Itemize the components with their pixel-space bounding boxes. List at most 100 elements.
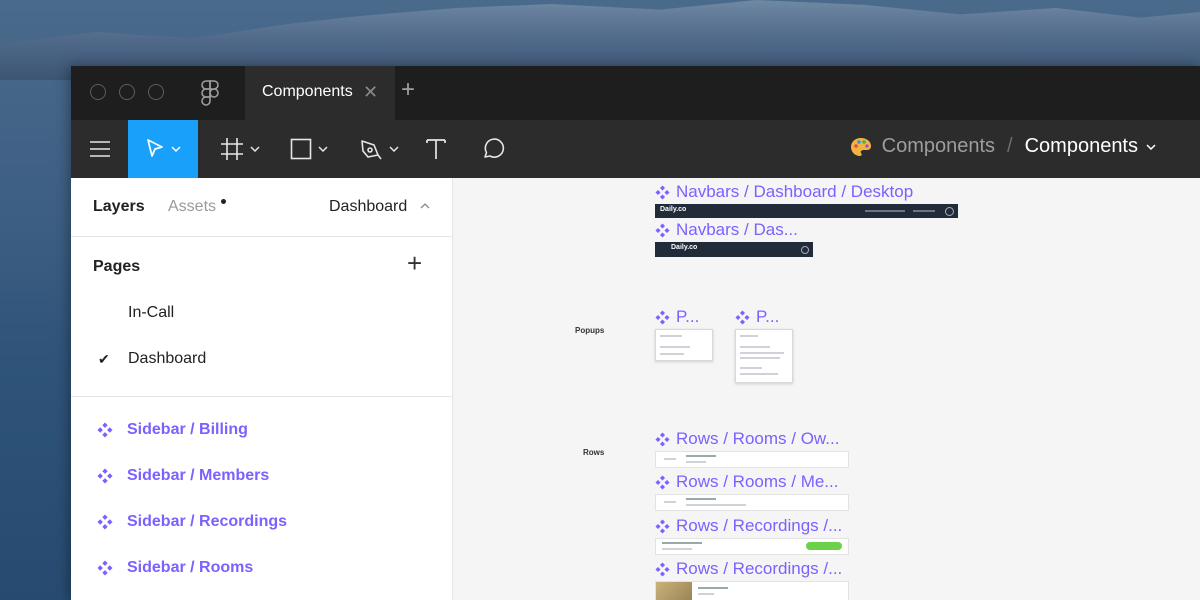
frame-grid-icon — [221, 138, 243, 160]
pages-section: Pages + In-Call ✔ Dashboard — [71, 237, 452, 397]
component-icon — [655, 561, 670, 577]
popup-line — [740, 335, 758, 337]
text-tool-button[interactable] — [421, 120, 451, 178]
page-selector[interactable]: Dashboard — [329, 198, 430, 216]
check-icon: ✔ — [98, 351, 110, 367]
row-line — [664, 501, 676, 503]
text-icon — [426, 139, 446, 159]
close-window-button[interactable] — [90, 84, 106, 100]
frame-title-label: Navbars / Dashboard / Desktop — [676, 182, 914, 201]
component-icon — [655, 518, 670, 534]
tab-layers[interactable]: Layers — [93, 198, 145, 216]
row-thumbnail[interactable] — [655, 451, 849, 468]
layer-item[interactable]: Sidebar / Recordings — [97, 513, 287, 531]
frame-title[interactable]: P... — [655, 307, 699, 327]
row-thumbnail[interactable] — [655, 538, 849, 555]
component-icon — [97, 422, 113, 438]
tab-components[interactable]: Components ✕ — [245, 66, 395, 120]
maximize-window-button[interactable] — [148, 84, 164, 100]
row-line — [664, 458, 676, 460]
breadcrumb-page[interactable]: Components — [1025, 135, 1138, 158]
shape-tool-button[interactable] — [284, 120, 334, 178]
layer-item[interactable]: Sidebar / Rooms — [97, 559, 253, 577]
breadcrumb-file[interactable]: Components — [882, 135, 995, 158]
frame-tool-button[interactable] — [215, 120, 265, 178]
popup-line — [660, 335, 682, 337]
layer-name: Sidebar / Members — [127, 467, 270, 484]
chevron-down-icon — [318, 146, 328, 152]
frame-title-label: Navbars / Das... — [676, 220, 798, 239]
page-item-in-call[interactable]: In-Call — [128, 304, 174, 322]
title-bar: Components ✕ + — [71, 66, 1200, 120]
design-canvas[interactable]: Navbars / Dashboard / Desktop Daily.co N… — [453, 178, 1200, 600]
navbar-logo: Daily.co — [671, 244, 698, 251]
left-panel: Layers Assets Dashboard Pages + In-Call … — [71, 178, 453, 600]
comment-bubble-icon — [484, 138, 505, 158]
navbar-mobile-thumbnail[interactable]: Daily.co — [655, 242, 813, 257]
component-icon — [97, 468, 113, 484]
row-thumbnail[interactable] — [655, 494, 849, 511]
main-menu-button[interactable] — [85, 120, 115, 178]
frame-title-label: Rows / Rooms / Ow... — [676, 429, 840, 448]
row-line — [686, 461, 706, 463]
popup-line — [740, 352, 784, 354]
row-line — [686, 455, 716, 457]
add-page-button[interactable]: + — [407, 250, 422, 276]
row-line — [662, 542, 702, 544]
popup-thumbnail[interactable] — [655, 329, 713, 361]
frame-title-label: Rows / Rooms / Me... — [676, 472, 839, 491]
figma-logo-icon[interactable] — [201, 80, 219, 106]
frame-title[interactable]: Navbars / Dashboard / Desktop — [655, 182, 913, 202]
navbar-avatar — [945, 207, 954, 216]
minimize-window-button[interactable] — [119, 84, 135, 100]
frame-title[interactable]: Rows / Rooms / Ow... — [655, 429, 839, 449]
chevron-down-icon — [171, 146, 181, 152]
chevron-down-icon[interactable] — [1146, 143, 1156, 150]
frame-title[interactable]: Rows / Recordings /... — [655, 516, 842, 536]
popup-line — [740, 367, 762, 369]
figma-window: Components ✕ + Components / Components L… — [71, 66, 1200, 600]
row-line — [686, 498, 716, 500]
tab-assets[interactable]: Assets — [168, 198, 216, 216]
pen-tool-button[interactable] — [354, 120, 404, 178]
move-tool-button[interactable] — [128, 120, 198, 178]
popup-line — [740, 373, 778, 375]
frame-title[interactable]: Rows / Recordings /... — [655, 559, 842, 579]
frame-title-label: P... — [676, 307, 700, 326]
frame-title-label: Rows / Recordings /... — [676, 516, 843, 535]
tab-close-icon[interactable]: ✕ — [363, 82, 378, 103]
popup-thumbnail[interactable] — [735, 329, 793, 383]
frame-title-label: Rows / Recordings /... — [676, 559, 843, 578]
breadcrumb-separator: / — [1007, 135, 1013, 157]
component-icon — [655, 474, 670, 490]
layer-item[interactable]: Sidebar / Billing — [97, 421, 248, 439]
pen-icon — [361, 140, 382, 160]
frame-title[interactable]: P... — [735, 307, 779, 327]
comment-tool-button[interactable] — [475, 120, 511, 178]
navbar-avatar — [801, 246, 809, 254]
row-thumbnail[interactable] — [655, 581, 849, 600]
pages-title: Pages — [93, 258, 141, 275]
new-tab-button[interactable]: + — [401, 78, 415, 102]
component-icon — [655, 222, 670, 238]
row-line — [662, 548, 692, 550]
cursor-arrow-icon — [147, 139, 163, 157]
component-icon — [655, 184, 670, 200]
chevron-down-icon — [250, 146, 260, 152]
tab-label: Components — [262, 83, 353, 100]
component-icon — [655, 431, 670, 447]
navbar-desktop-thumbnail[interactable]: Daily.co — [655, 204, 958, 218]
row-action-pill — [806, 542, 842, 550]
popup-line — [660, 346, 690, 348]
component-icon — [97, 514, 113, 530]
page-item-dashboard[interactable]: Dashboard — [128, 350, 206, 368]
frame-title[interactable]: Rows / Rooms / Me... — [655, 472, 838, 492]
layer-item[interactable]: Sidebar / Members — [97, 467, 269, 485]
rectangle-icon — [290, 138, 312, 160]
row-line — [698, 587, 728, 589]
frame-title[interactable]: Navbars / Das... — [655, 220, 798, 240]
layer-name: Sidebar / Billing — [127, 421, 248, 438]
popup-line — [740, 357, 780, 359]
panel-tabs: Layers Assets Dashboard — [71, 178, 452, 237]
component-icon — [735, 309, 750, 325]
